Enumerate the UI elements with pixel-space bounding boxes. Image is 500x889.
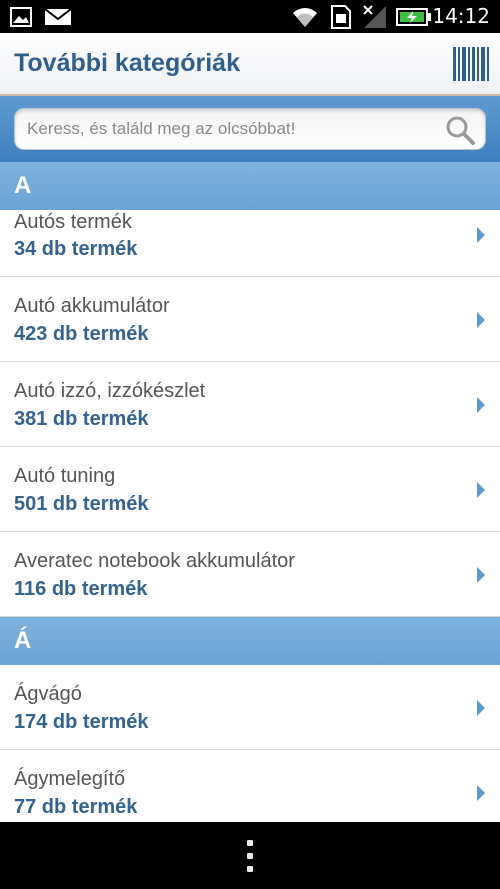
product-count: 34 db termék bbox=[14, 238, 138, 260]
system-nav-bar bbox=[0, 822, 500, 889]
product-count: 116 db termék bbox=[14, 578, 148, 600]
battery-charging-icon bbox=[396, 0, 432, 33]
chevron-right-icon bbox=[477, 227, 485, 243]
category-name: Averatec notebook akkumulátor bbox=[14, 550, 295, 572]
list-item[interactable]: Autós termék 34 db termék bbox=[0, 210, 500, 277]
wifi-icon bbox=[290, 0, 320, 33]
status-bar: 14:12 bbox=[0, 0, 500, 33]
signal-icon bbox=[362, 0, 388, 33]
product-count: 381 db termék bbox=[14, 408, 149, 430]
category-name: Autó tuning bbox=[14, 465, 116, 487]
category-list[interactable]: A Autós termék 34 db termék Autó akkumul… bbox=[0, 162, 500, 822]
search-bar bbox=[0, 96, 500, 162]
category-name: Autós termék bbox=[14, 211, 132, 233]
sim-icon bbox=[330, 0, 352, 33]
product-count: 501 db termék bbox=[14, 493, 149, 515]
category-name: Ágvágó bbox=[14, 683, 82, 705]
chevron-right-icon bbox=[477, 397, 485, 413]
menu-dot bbox=[247, 840, 253, 846]
app-header: További kategóriák bbox=[0, 33, 500, 96]
section-header-a: A bbox=[0, 162, 500, 210]
list-item[interactable]: Autó izzó, izzókészlet 381 db termék bbox=[0, 362, 500, 447]
overflow-menu-button[interactable] bbox=[240, 840, 260, 874]
image-icon bbox=[10, 0, 32, 33]
menu-dot bbox=[247, 866, 253, 872]
chevron-right-icon bbox=[477, 567, 485, 583]
search-icon[interactable] bbox=[445, 115, 475, 145]
category-name: Autó izzó, izzókészlet bbox=[14, 380, 206, 402]
chevron-right-icon bbox=[477, 700, 485, 716]
category-name: Ágymelegítő bbox=[14, 768, 126, 790]
product-count: 77 db termék bbox=[14, 796, 138, 818]
product-count: 423 db termék bbox=[14, 323, 149, 345]
search-box bbox=[14, 108, 486, 150]
list-item[interactable]: Ágymelegítő 77 db termék bbox=[0, 750, 500, 822]
barcode-scan-button[interactable] bbox=[452, 45, 490, 83]
list-item[interactable]: Averatec notebook akkumulátor 116 db ter… bbox=[0, 532, 500, 617]
mail-icon bbox=[44, 0, 72, 33]
chevron-right-icon bbox=[477, 312, 485, 328]
page-title: További kategóriák bbox=[14, 49, 240, 77]
search-input[interactable] bbox=[27, 109, 437, 149]
chevron-right-icon bbox=[477, 785, 485, 801]
status-time: 14:12 bbox=[432, 4, 490, 28]
list-item[interactable]: Autó akkumulátor 423 db termék bbox=[0, 277, 500, 362]
section-header-a-acute: Á bbox=[0, 617, 500, 665]
list-item[interactable]: Autó tuning 501 db termék bbox=[0, 447, 500, 532]
category-name: Autó akkumulátor bbox=[14, 295, 170, 317]
product-count: 174 db termék bbox=[14, 711, 149, 733]
menu-dot bbox=[247, 853, 253, 859]
chevron-right-icon bbox=[477, 482, 485, 498]
barcode-icon bbox=[453, 47, 489, 81]
list-item[interactable]: Ágvágó 174 db termék bbox=[0, 665, 500, 750]
